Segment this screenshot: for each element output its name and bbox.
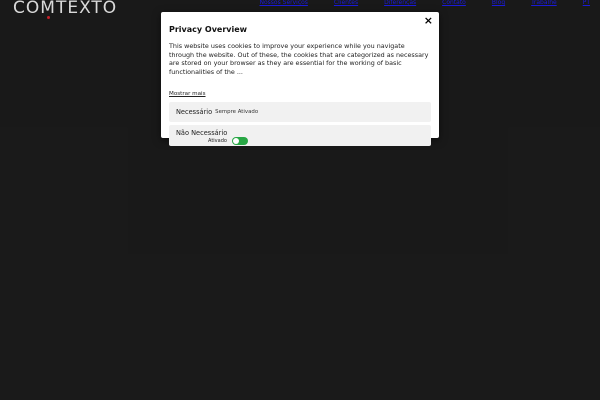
show-more-link[interactable]: Mostrar mais [169,91,206,97]
category-name: Não Necessário [176,129,228,138]
modal-title: Privacy Overview [169,25,248,34]
cookie-consent-modal: × Privacy Overview This website uses coo… [161,12,439,147]
category-name: Necessário [176,108,213,117]
toggle-label: Ativado [208,138,227,145]
toggle-group: Ativado [208,137,248,146]
close-icon[interactable]: × [424,15,433,26]
non-necessary-toggle-switch[interactable] [231,137,248,146]
cookie-category-necessary[interactable]: Necessário Sempre Ativado [169,102,431,123]
category-status: Sempre Ativado [215,109,259,116]
cookie-category-non-necessary[interactable]: Não Necessário Ativado [169,125,431,147]
modal-description: This website uses cookies to improve you… [169,42,429,76]
